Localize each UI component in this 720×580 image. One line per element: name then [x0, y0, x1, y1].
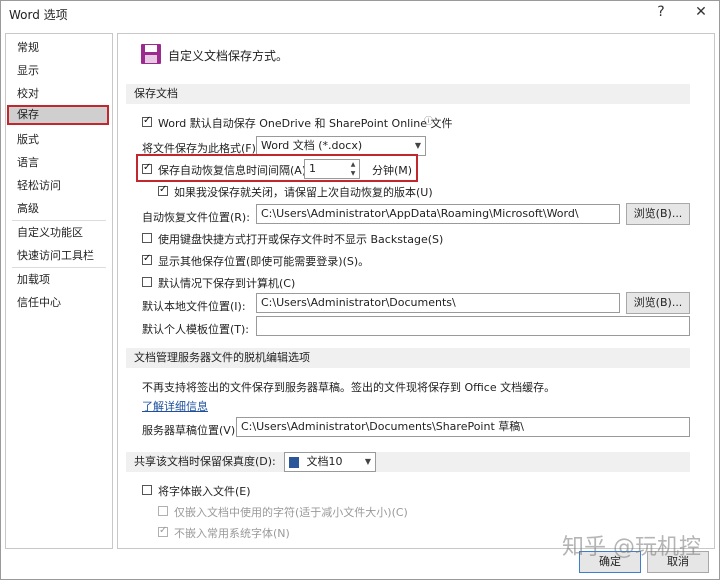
- save-to-computer-label: 默认情况下保存到计算机(C): [158, 277, 296, 290]
- word-doc-icon: [289, 456, 299, 468]
- sidebar-divider: [12, 267, 106, 268]
- spin-down-icon[interactable]: ▼: [348, 169, 358, 178]
- fidelity-label: 共享该文档时保留保真度(D):: [134, 455, 276, 468]
- template-location-label: 默认个人模板位置(T):: [142, 323, 250, 336]
- sidebar-item-customize-ribbon[interactable]: 自定义功能区: [7, 223, 109, 243]
- no-common-fonts-label: 不嵌入常用系统字体(N): [174, 527, 290, 540]
- no-backstage-label: 使用键盘快捷方式打开或保存文件时不显示 Backstage(S): [158, 233, 444, 246]
- server-info-text: 不再支持将签出的文件保存到服务器草稿。签出的文件现将保存到 Office 文档缓…: [142, 381, 556, 394]
- sidebar-divider: [12, 220, 106, 221]
- save-disk-icon: [140, 43, 162, 68]
- autorecover-minutes-value: 1: [309, 162, 316, 175]
- info-icon: ⓘ: [424, 117, 434, 127]
- autorecover-checkbox[interactable]: [142, 162, 152, 174]
- sidebar-item-proofing[interactable]: 校对: [7, 84, 109, 104]
- learn-more-link[interactable]: 了解详细信息: [142, 398, 208, 414]
- sidebar-item-accessibility[interactable]: 轻松访问: [7, 176, 109, 196]
- section-header-save-docs: 保存文档: [126, 84, 690, 104]
- autorecover-location-label: 自动恢复文件位置(R):: [142, 211, 250, 224]
- autosave-label: Word 默认自动保存 OneDrive 和 SharePoint Online…: [158, 117, 453, 130]
- sidebar-item-layout[interactable]: 版式: [7, 130, 109, 150]
- autosave-checkbox[interactable]: [142, 115, 152, 127]
- sidebar-item-advanced[interactable]: 高级: [7, 199, 109, 219]
- template-location-field[interactable]: [256, 316, 690, 336]
- sidebar-item-language[interactable]: 语言: [7, 153, 109, 173]
- embed-fonts-checkbox[interactable]: [142, 485, 152, 495]
- minutes-label: 分钟(M): [372, 164, 413, 177]
- autorecover-minutes-stepper[interactable]: 1 ▲ ▼: [304, 159, 360, 179]
- title-bar: Word 选项 ? ✕: [1, 1, 719, 27]
- browse-button-2[interactable]: 浏览(B)...: [626, 292, 690, 314]
- sidebar-item-display[interactable]: 显示: [7, 61, 109, 81]
- show-other-locations-label: 显示其他保存位置(即使可能需要登录)(S)。: [158, 255, 370, 268]
- sidebar-nav: 常规 显示 校对 保存 版式 语言 轻松访问 高级 自定义功能区 快速访问工具栏…: [5, 33, 113, 549]
- local-location-label: 默认本地文件位置(I):: [142, 300, 246, 313]
- window-title: Word 选项: [9, 8, 68, 22]
- sidebar-item-save[interactable]: 保存: [7, 105, 109, 125]
- drafts-location-label: 服务器草稿位置(V):: [142, 424, 239, 437]
- fidelity-doc-dropdown[interactable]: 文档10 ▼: [284, 452, 376, 472]
- local-location-field[interactable]: C:\Users\Administrator\Documents\: [256, 293, 620, 313]
- word-options-dialog: Word 选项 ? ✕ 常规 显示 校对 保存 版式 语言 轻松访问 高级 自定…: [0, 0, 720, 580]
- fidelity-doc-value: 文档10: [306, 455, 343, 468]
- drafts-location-field[interactable]: C:\Users\Administrator\Documents\SharePo…: [236, 417, 690, 437]
- embed-fonts-label: 将字体嵌入文件(E): [158, 485, 251, 498]
- save-to-computer-checkbox[interactable]: [142, 277, 152, 287]
- page-subtitle: 自定义文档保存方式。: [168, 49, 289, 63]
- no-backstage-checkbox[interactable]: [142, 233, 152, 243]
- keep-last-version-checkbox[interactable]: [158, 184, 168, 196]
- sidebar-item-quick-access-toolbar[interactable]: 快速访问工具栏: [7, 246, 109, 266]
- spin-up-icon[interactable]: ▲: [348, 160, 358, 169]
- no-common-fonts-checkbox[interactable]: [158, 525, 168, 537]
- chevron-down-icon: ▼: [364, 457, 371, 466]
- embed-used-chars-label: 仅嵌入文档中使用的字符(适于减小文件大小)(C): [174, 506, 408, 519]
- show-other-locations-checkbox[interactable]: [142, 253, 152, 265]
- browse-button[interactable]: 浏览(B)...: [626, 203, 690, 225]
- chevron-down-icon: ▼: [414, 141, 421, 150]
- autorecover-label: 保存自动恢复信息时间间隔(A): [158, 164, 307, 177]
- format-value: Word 文档 (*.docx): [261, 139, 363, 152]
- section-header-fidelity: 共享该文档时保留保真度(D):: [126, 452, 690, 472]
- watermark: 知乎 @玩机控: [562, 535, 701, 560]
- embed-used-chars-checkbox[interactable]: [158, 506, 168, 516]
- autorecover-location-field[interactable]: C:\Users\Administrator\AppData\Roaming\M…: [256, 204, 620, 224]
- help-icon[interactable]: ?: [651, 4, 671, 20]
- close-icon[interactable]: ✕: [691, 4, 711, 20]
- sidebar-item-general[interactable]: 常规: [7, 38, 109, 58]
- sidebar-item-trust-center[interactable]: 信任中心: [7, 293, 109, 313]
- keep-last-version-label: 如果我没保存就关闭，请保留上次自动恢复的版本(U): [174, 186, 433, 199]
- section-header-server: 文档管理服务器文件的脱机编辑选项: [126, 348, 690, 368]
- sidebar-item-addins[interactable]: 加载项: [7, 270, 109, 290]
- save-options-panel: 自定义文档保存方式。 保存文档 Word 默认自动保存 OneDrive 和 S…: [117, 33, 715, 549]
- format-dropdown[interactable]: Word 文档 (*.docx) ▼: [256, 136, 426, 156]
